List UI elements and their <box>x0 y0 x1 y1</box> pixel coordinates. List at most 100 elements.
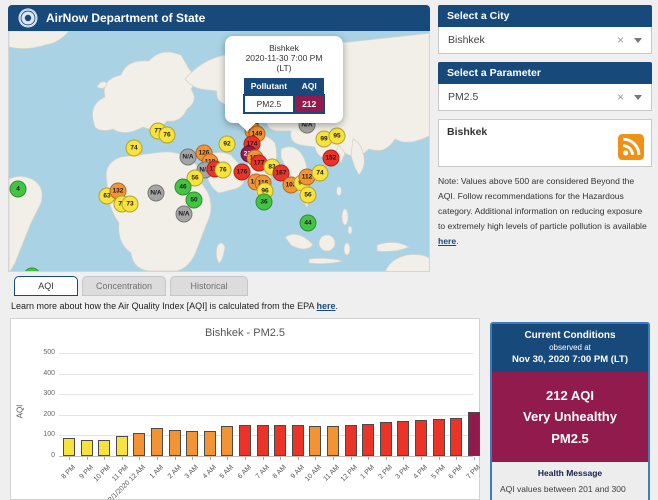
health-message-block: Health Message AQI values between 201 an… <box>492 462 648 500</box>
chart-bar <box>327 425 339 456</box>
department-of-state-seal-icon <box>18 8 38 28</box>
chart-y-tick-label: 300 <box>43 390 55 398</box>
learn-more-end: . <box>335 301 339 311</box>
chart-x-tick <box>456 457 458 460</box>
note-text-end: . <box>456 236 459 247</box>
city-select[interactable]: Bishkek × <box>438 27 652 54</box>
chart-bar <box>450 418 463 456</box>
chart-bar <box>186 431 199 456</box>
chart-x-tick <box>227 457 229 460</box>
tab-aqi[interactable]: AQI <box>14 276 78 296</box>
city-select-panel: Select a City Bishkek × <box>438 5 652 54</box>
map-marker[interactable]: 73 <box>121 195 139 213</box>
health-message-header: Health Message <box>537 468 603 479</box>
current-conditions-header: Current Conditions observed at Nov 30, 2… <box>492 324 648 372</box>
chart-bar <box>239 424 251 456</box>
chart-x-tick-label: 11 AM <box>322 464 341 483</box>
observed-at-label: observed at <box>549 343 591 352</box>
chart-x-tick <box>69 457 70 460</box>
city-select-value: Bishkek <box>448 34 485 46</box>
chart-x-tick <box>262 457 264 460</box>
map-marker[interactable]: 74 <box>311 164 329 182</box>
parameter-select[interactable]: PM2.5 × <box>438 84 652 111</box>
rss-icon[interactable] <box>618 134 644 160</box>
note-here-link[interactable]: here <box>438 236 456 246</box>
chart-bar <box>274 424 287 456</box>
map-marker[interactable]: 4 <box>9 180 27 198</box>
chart-x-tick <box>473 457 475 460</box>
chart-bar <box>415 419 427 456</box>
chart-x-tick <box>403 457 405 460</box>
chart-gridline <box>59 394 473 396</box>
current-conditions-title: Current Conditions <box>524 330 616 341</box>
city-select-label: Select a City <box>438 5 652 27</box>
map-marker[interactable]: 76 <box>214 161 232 179</box>
chart-x-tick-label: 1 PM <box>359 464 377 481</box>
map-popup: Bishkek 2020-11-30 7:00 PM (LT) Pollutan… <box>225 36 343 123</box>
chart-x-tick <box>157 457 158 460</box>
learn-more-text: Learn more about how the Air Quality Ind… <box>11 301 338 311</box>
chart-x-tick <box>245 457 246 460</box>
chart-x-tick-label: 6 PM <box>447 464 465 481</box>
popup-pollutant-header: Pollutant <box>243 78 295 95</box>
map-basemap <box>9 31 429 271</box>
current-aqi-category: Very Unhealthy <box>523 409 617 425</box>
parameter-clear-icon[interactable]: × <box>617 91 624 103</box>
chart-x-tick-label: 3 PM <box>394 464 412 481</box>
tab-historical[interactable]: Historical <box>170 276 248 296</box>
chart-x-tick-label: 7 PM <box>465 464 482 481</box>
chart-x-tick-label: 3 AM <box>183 464 201 481</box>
observed-at-value: Nov 30, 2020 7:00 PM (LT) <box>512 354 628 365</box>
chart-bar <box>221 426 234 456</box>
map-marker[interactable]: N/A <box>175 205 193 223</box>
city-clear-icon[interactable]: × <box>617 34 624 46</box>
chart-bar <box>432 419 445 456</box>
map-marker[interactable]: 74 <box>125 139 143 157</box>
map-marker[interactable]: 92 <box>218 135 236 153</box>
chart-x-tick-label: 5 AM <box>219 464 236 481</box>
parameter-dropdown-caret-icon[interactable] <box>634 94 642 100</box>
map-marker[interactable]: 36 <box>255 193 273 211</box>
chart-x-tick <box>104 457 106 460</box>
chart-y-tick-label: 400 <box>43 369 55 377</box>
map-marker[interactable]: 56 <box>299 186 317 204</box>
chart-x-tick <box>421 457 422 460</box>
chart-bar <box>133 433 146 456</box>
chart-x-tick-label: 5 PM <box>430 464 447 481</box>
chart-x-tick <box>385 457 387 460</box>
chart-x-tick-label: 7 AM <box>254 464 271 481</box>
chart-x-tick-label: 1 AM <box>148 464 165 481</box>
chart-bar <box>151 427 163 456</box>
chart-y-tick-label: 500 <box>43 349 55 356</box>
map-marker[interactable]: 152 <box>322 149 340 167</box>
aqi-bar-chart: Bishkek - PM2.5 AQI 0 100 200 300 400 500 8 PM… <box>10 318 482 500</box>
city-dropdown-caret-icon[interactable] <box>634 37 642 43</box>
chart-x-tick <box>315 457 317 460</box>
map-marker[interactable]: N/A <box>147 184 165 202</box>
tab-bar: AQI Concentration Historical <box>14 276 248 296</box>
chart-bar <box>63 437 75 456</box>
learn-more-here-link[interactable]: here <box>317 301 336 311</box>
popup-datetime: 2020-11-30 7:00 PM <box>245 53 323 63</box>
feed-title: Bishkek <box>447 126 488 138</box>
popup-table: Pollutant AQI PM2.5 212 <box>242 78 326 114</box>
chart-x-tick-label: 2 PM <box>377 464 394 481</box>
world-map[interactable]: 77767492N/A126118N/A17476564650N/AN/A631… <box>8 31 430 272</box>
map-marker[interactable]: N/A <box>179 148 197 166</box>
tab-concentration[interactable]: Concentration <box>82 276 166 296</box>
map-marker[interactable]: 44 <box>299 214 317 232</box>
note-text: Note: Values above 500 are considered Be… <box>438 176 647 232</box>
chart-x-tick <box>368 457 370 460</box>
map-marker[interactable]: 76 <box>158 126 176 144</box>
chart-y-tick-label: 100 <box>43 431 55 439</box>
airnow-page: AirNow Department of State 77 76 74 92 N… <box>0 0 658 500</box>
chart-x-tick <box>192 457 194 460</box>
feed-box: Bishkek <box>438 119 652 167</box>
chart-x-tick-label: 2 AM <box>166 464 183 481</box>
chart-x-tick <box>139 457 141 460</box>
chart-y-tick-label: 0 <box>51 452 55 459</box>
current-conditions-panel: Current Conditions observed at Nov 30, 2… <box>490 322 650 500</box>
learn-more-body: Learn more about how the Air Quality Ind… <box>11 301 317 311</box>
map-marker[interactable]: 95 <box>328 127 346 145</box>
popup-city: Bishkek <box>269 43 299 53</box>
